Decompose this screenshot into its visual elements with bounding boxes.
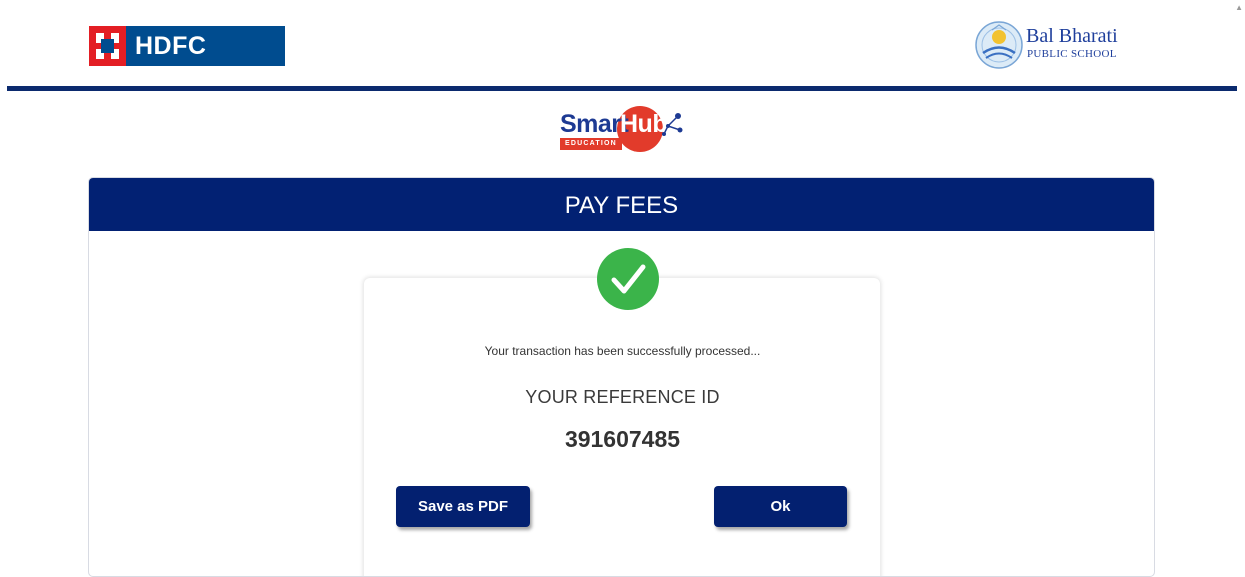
reference-id-label: YOUR REFERENCE ID bbox=[525, 387, 720, 407]
smarthub-smart-text: Smart bbox=[560, 110, 629, 138]
school-subtitle: PUBLIC SCHOOL bbox=[1027, 48, 1117, 60]
check-icon bbox=[597, 248, 659, 310]
network-dots-icon bbox=[662, 113, 683, 136]
success-message: Your transaction has been successfully p… bbox=[484, 344, 761, 358]
header-divider bbox=[7, 86, 1237, 91]
pay-fees-panel: PAY FEES Your transaction has been succe… bbox=[88, 177, 1155, 577]
hdfc-logo-text: HDFC BANK bbox=[126, 26, 285, 100]
hdfc-mark-icon bbox=[89, 26, 126, 66]
school-logo: Bal Bharati PUBLIC SCHOOL bbox=[974, 20, 1124, 72]
save-as-pdf-button[interactable]: Save as PDF bbox=[396, 486, 530, 527]
scroll-up-icon[interactable]: ▲ bbox=[1235, 3, 1243, 12]
reference-id-value: 391607485 bbox=[564, 426, 681, 452]
smarthub-education-tag: EDUCATION bbox=[560, 138, 622, 150]
ok-button[interactable]: Ok bbox=[714, 486, 847, 527]
hdfc-bank-logo: HDFC BANK bbox=[89, 26, 285, 100]
school-name: Bal Bharati bbox=[1026, 25, 1118, 47]
panel-title: PAY FEES bbox=[89, 178, 1154, 231]
school-emblem-icon bbox=[975, 21, 1023, 69]
smarthub-logo: Smart Hub EDUCATION bbox=[556, 102, 691, 158]
